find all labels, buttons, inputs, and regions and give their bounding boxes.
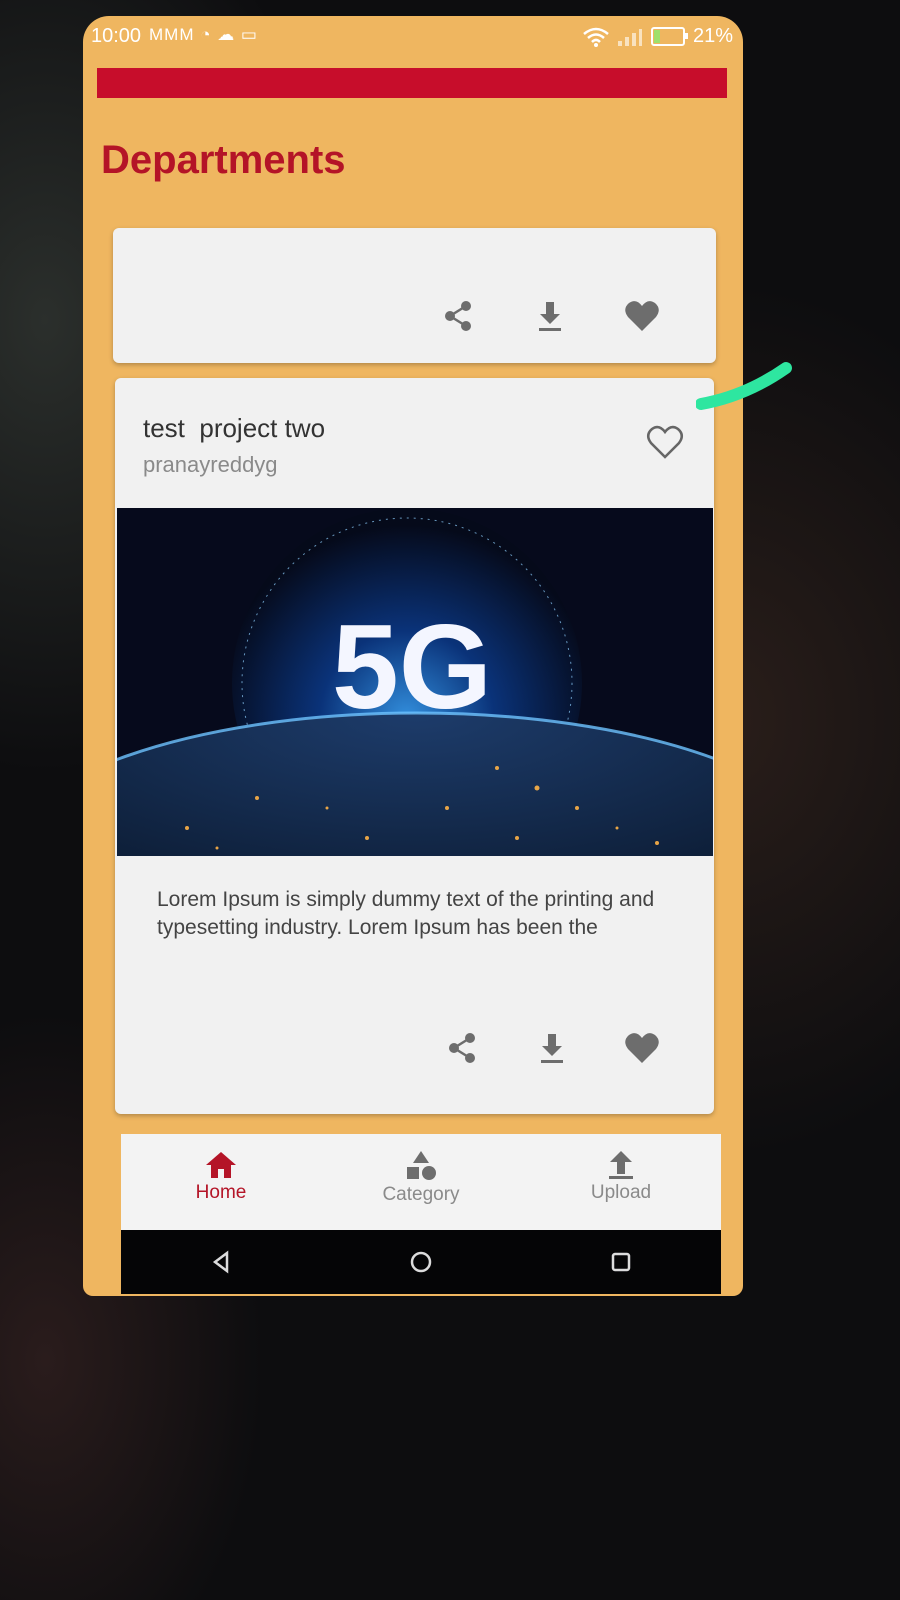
- project-card[interactable]: [113, 228, 716, 363]
- back-icon[interactable]: [209, 1250, 233, 1274]
- notification-icons: MMM ◔ ☁ ▭: [149, 25, 258, 44]
- status-time: 10:00: [91, 25, 142, 47]
- nav-item-home[interactable]: Home: [121, 1134, 321, 1230]
- wifi-icon: [583, 27, 609, 47]
- share-icon[interactable]: [442, 1028, 482, 1068]
- phone-screen: 10:00 MMM ◔ ☁ ▭ 21% Departments test pro…: [83, 16, 743, 1296]
- download-icon[interactable]: [530, 296, 570, 336]
- card-title: test project two: [143, 413, 326, 443]
- card-actions: [438, 296, 662, 336]
- battery-fill: [653, 30, 660, 43]
- image-text: 5G: [332, 600, 492, 734]
- status-right: 21%: [583, 25, 733, 48]
- project-image: 5G: [117, 508, 713, 856]
- bottom-nav: Home Category Upload: [121, 1134, 721, 1230]
- card-description: Lorem Ipsum is simply dummy text of the …: [157, 888, 655, 939]
- favorite-outline-icon[interactable]: [645, 422, 685, 462]
- nav-label: Category: [382, 1184, 460, 1205]
- share-icon[interactable]: [438, 296, 478, 336]
- system-nav-bar: [121, 1230, 721, 1294]
- battery-icon: [650, 27, 688, 46]
- nav-item-upload[interactable]: Upload: [521, 1134, 721, 1230]
- top-banner: [97, 68, 727, 98]
- card-author: pranayreddyg: [143, 452, 278, 477]
- heart-icon[interactable]: [622, 296, 662, 336]
- status-bar: 10:00 MMM ◔ ☁ ▭ 21%: [83, 16, 743, 56]
- signal-icon: [617, 28, 642, 46]
- heart-icon[interactable]: [622, 1028, 662, 1068]
- card-actions: [442, 1028, 662, 1068]
- upload-icon: [609, 1151, 633, 1179]
- category-icon: [407, 1151, 436, 1180]
- nav-label: Upload: [590, 1182, 652, 1203]
- project-card[interactable]: test project two pranayreddyg 5G Lorem I…: [115, 378, 714, 1114]
- home-button-icon[interactable]: [409, 1250, 433, 1274]
- page-title: Departments: [101, 138, 346, 182]
- annotation-mark: [696, 362, 792, 410]
- nav-label: Home: [195, 1182, 247, 1203]
- download-icon[interactable]: [532, 1028, 572, 1068]
- home-icon: [206, 1152, 236, 1178]
- recents-icon[interactable]: [609, 1250, 633, 1274]
- nav-item-category[interactable]: Category: [321, 1134, 521, 1230]
- battery-percent: 21%: [692, 25, 733, 47]
